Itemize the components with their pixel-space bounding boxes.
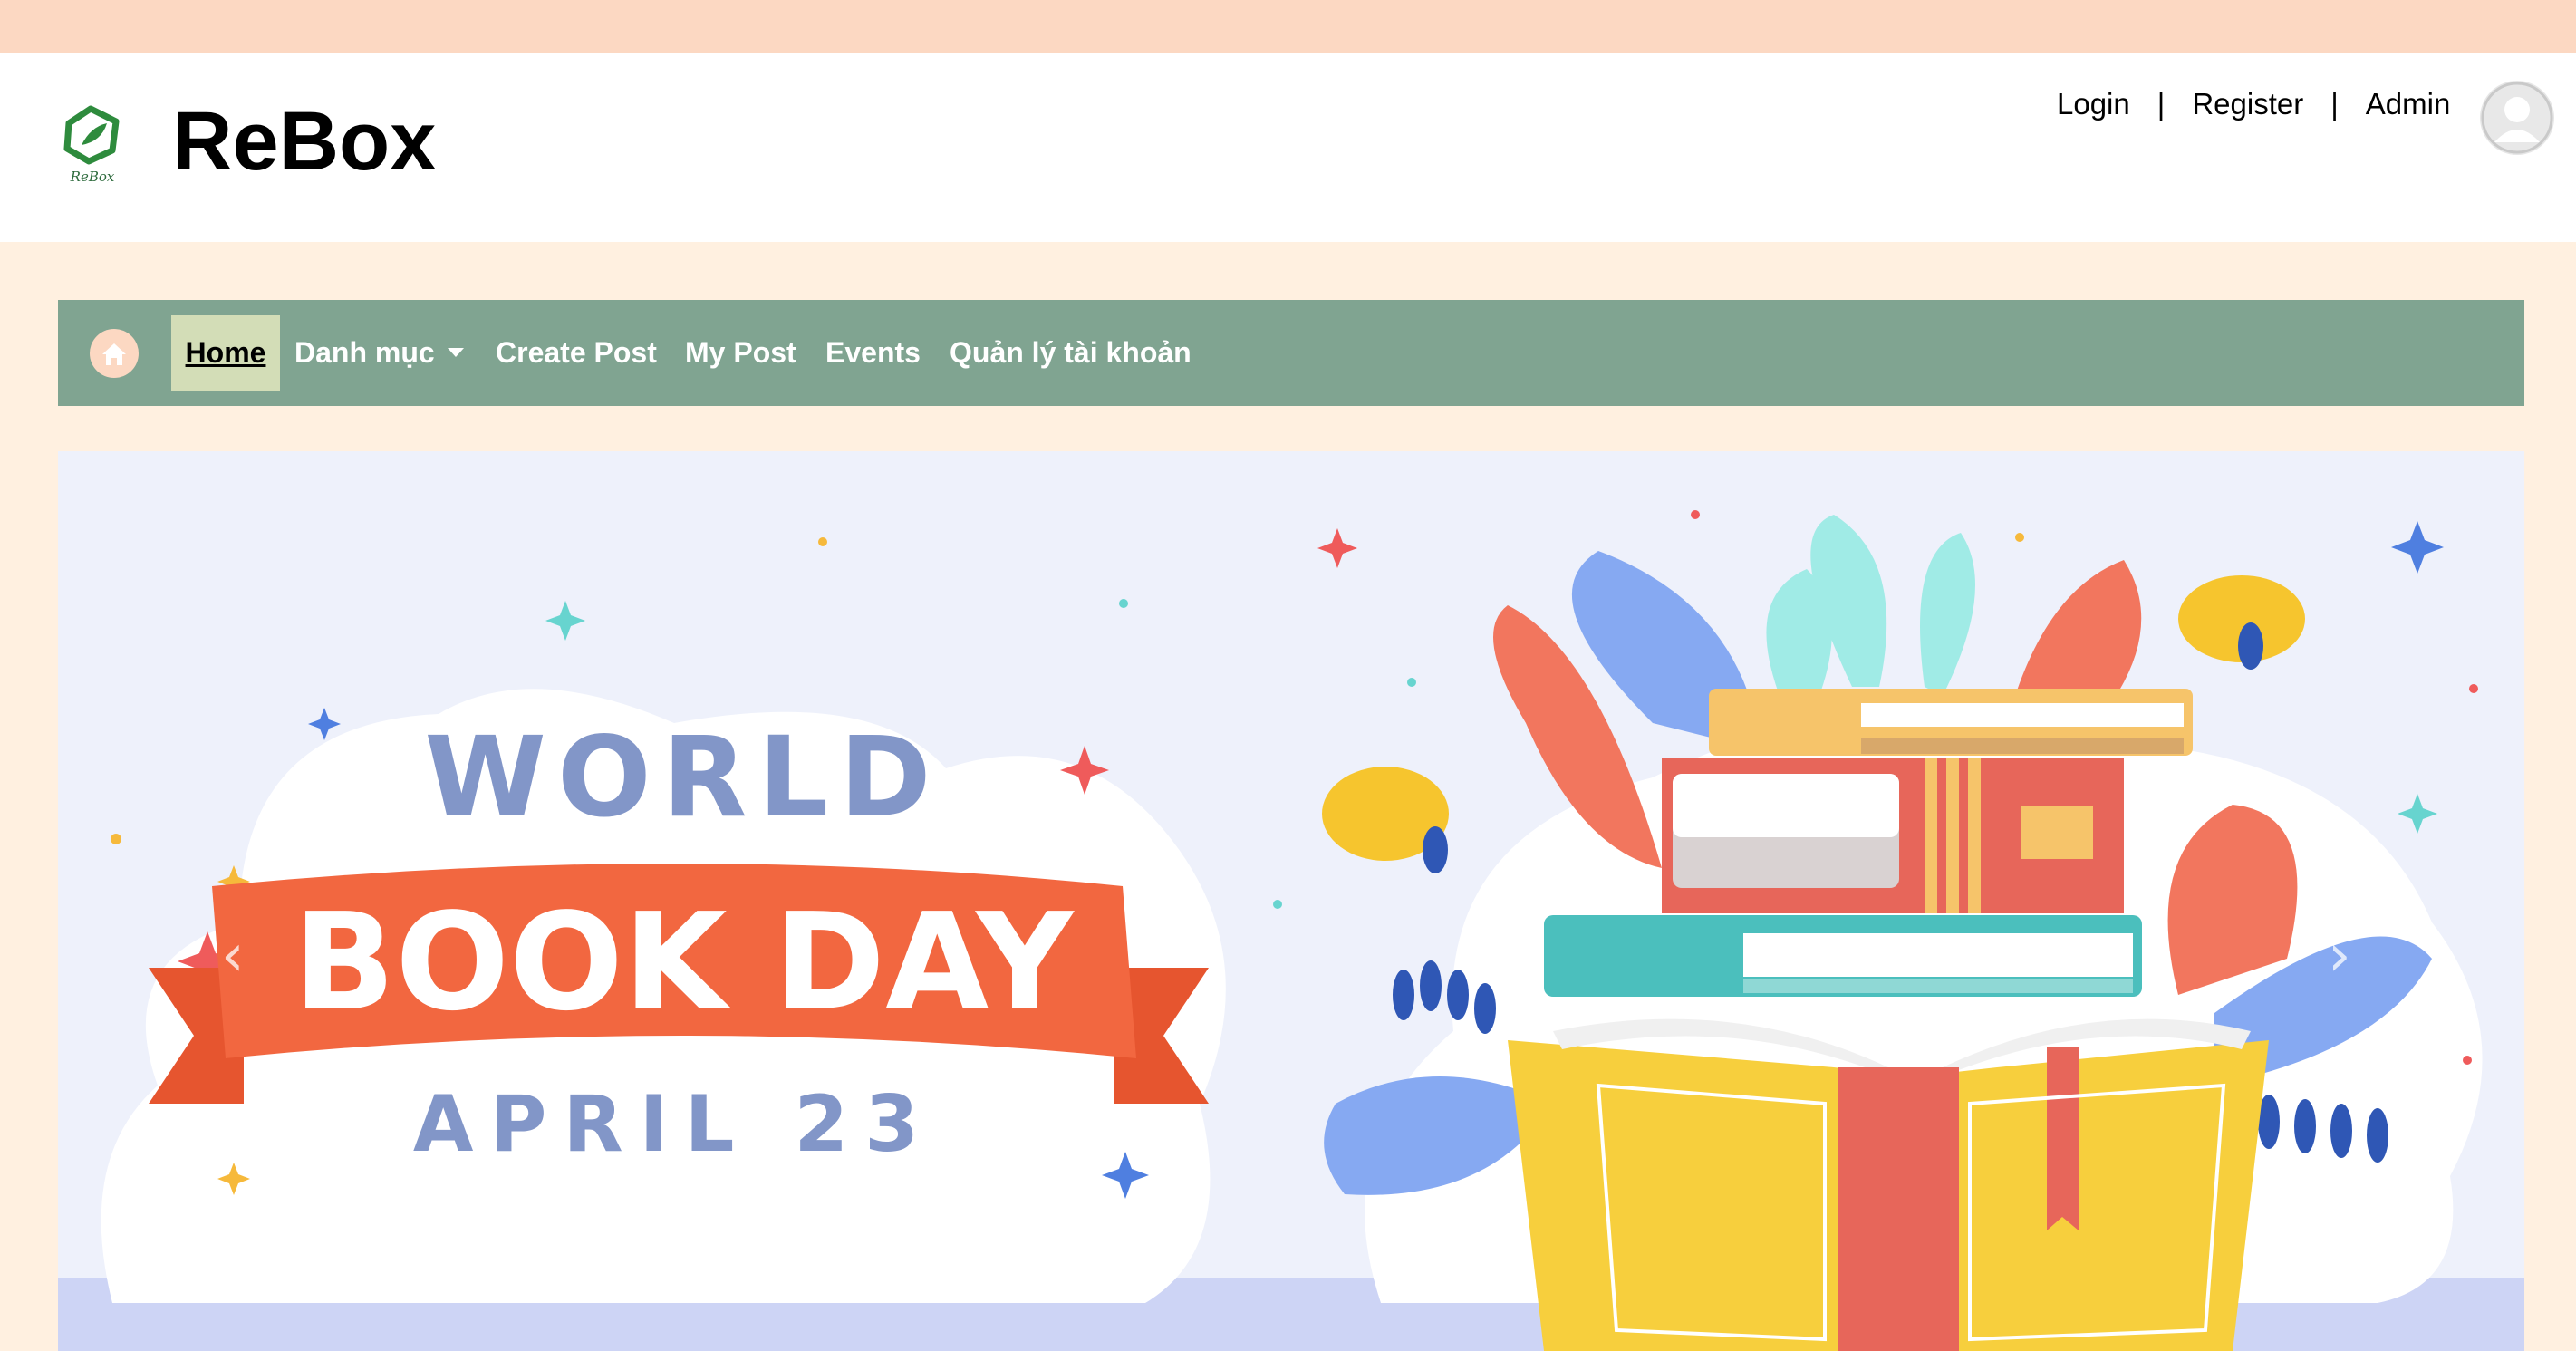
world-book-day-banner: WORLD BOOK DAY APRIL 23 <box>58 510 2524 1351</box>
banner-date: APRIL 23 <box>413 1079 935 1170</box>
logo-caption: ReBox <box>70 169 115 185</box>
separator: | <box>2330 87 2339 121</box>
open-book-illustration <box>1508 1018 2269 1351</box>
hero-carousel: WORLD BOOK DAY APRIL 23 ‹ › <box>58 451 2524 1351</box>
register-link[interactable]: Register <box>2192 87 2303 121</box>
nav-account-management[interactable]: Quản lý tài khoản <box>950 300 1192 406</box>
main-navbar: Home Danh mục Create Post My Post Events… <box>58 300 2524 406</box>
nav-home[interactable]: Home <box>171 315 280 391</box>
nav-categories-label: Danh mục <box>294 336 435 369</box>
admin-link[interactable]: Admin <box>2366 87 2451 121</box>
user-avatar-icon[interactable] <box>2480 81 2554 155</box>
nav-categories-dropdown[interactable]: Danh mục <box>294 300 464 406</box>
site-title[interactable]: ReBox <box>172 95 436 188</box>
chevron-down-icon <box>447 347 464 357</box>
separator: | <box>2156 87 2166 121</box>
banner-title-world: WORLD <box>424 713 941 842</box>
rebox-logo[interactable]: ReBox <box>54 101 130 185</box>
site-header: ReBox ReBox Login | Register | Admin <box>0 53 2576 242</box>
nav-events[interactable]: Events <box>825 300 921 406</box>
nav-my-post[interactable]: My Post <box>685 300 796 406</box>
auth-links: Login | Register | Admin <box>2057 87 2450 121</box>
nav-create-post[interactable]: Create Post <box>496 300 657 406</box>
carousel-next-icon[interactable]: › <box>2328 922 2351 989</box>
carousel-prev-icon[interactable]: ‹ <box>221 922 245 989</box>
banner-title-bookday: BOOK DAY <box>293 884 1075 1040</box>
home-icon[interactable] <box>90 329 139 378</box>
top-strip <box>0 0 2576 53</box>
login-link[interactable]: Login <box>2057 87 2130 121</box>
